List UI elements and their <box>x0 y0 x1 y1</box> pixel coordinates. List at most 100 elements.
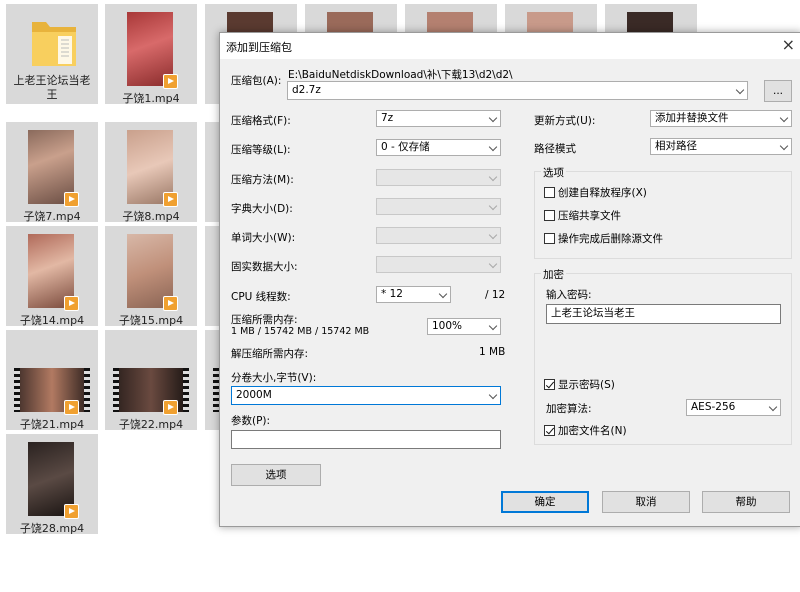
chevron-down-icon <box>438 289 448 299</box>
show-password-label: 显示密码(S) <box>558 379 615 391</box>
chevron-down-icon <box>488 201 498 211</box>
chevron-down-icon <box>488 230 498 240</box>
play-icon <box>163 192 178 207</box>
file-name: 子饶21.mp4 <box>19 418 85 431</box>
archive-name-combo[interactable]: d2.7z <box>287 81 748 100</box>
dialog-title: 添加到压缩包 <box>226 41 292 54</box>
encrypt-names-label: 加密文件名(N) <box>558 425 627 437</box>
archive-name-value: d2.7z <box>292 84 321 96</box>
chevron-down-icon <box>488 259 498 269</box>
encryption-group-label: 加密 <box>541 267 566 282</box>
chevron-down-icon <box>768 402 778 412</box>
browse-button[interactable]: ... <box>764 80 792 102</box>
pathmode-label: 路径模式 <box>534 143 576 155</box>
dict-select[interactable] <box>376 198 501 215</box>
checkbox-box[interactable] <box>544 233 555 244</box>
method-select[interactable] <box>376 169 501 186</box>
video-item[interactable]: 子饶28.mp4 <box>6 434 98 535</box>
algo-label: 加密算法: <box>546 403 592 415</box>
video-item[interactable]: 子饶22.mp4 <box>105 330 197 431</box>
path-mode-value: 相对路径 <box>655 140 697 152</box>
checkbox-box[interactable] <box>544 187 555 198</box>
options-group: 选项 创建自释放程序(X) 压缩共享文件 操作完成后删除源文件 <box>534 165 792 259</box>
level-value: 0 - 仅存储 <box>381 141 430 153</box>
update-mode-select[interactable]: 添加并替换文件 <box>650 110 792 127</box>
cpu-label: CPU 线程数: <box>231 291 291 303</box>
format-select[interactable]: 7z <box>376 110 501 127</box>
params-label: 参数(P): <box>231 415 271 427</box>
sfx-label: 创建自释放程序(X) <box>558 187 647 199</box>
video-item[interactable]: 子饶15.mp4 <box>105 226 197 327</box>
checkbox-box[interactable] <box>544 379 555 390</box>
dict-label: 字典大小(D): <box>231 203 293 215</box>
file-name: 子饶15.mp4 <box>118 314 184 327</box>
format-label: 压缩格式(F): <box>231 115 291 127</box>
chevron-down-icon <box>779 141 789 151</box>
shared-files-label: 压缩共享文件 <box>558 210 621 222</box>
checkbox-box[interactable] <box>544 425 555 436</box>
split-size-combo[interactable]: 2000M <box>231 386 501 405</box>
encrypt-names-checkbox[interactable]: 加密文件名(N) <box>544 425 627 438</box>
file-name: 上老王论坛当老 王 <box>13 74 91 101</box>
mem-decomp-label: 解压缩所需内存: <box>231 348 309 360</box>
update-mode-value: 添加并替换文件 <box>655 112 729 124</box>
close-icon[interactable]: × <box>782 35 795 54</box>
delete-after-checkbox[interactable]: 操作完成后删除源文件 <box>544 233 663 246</box>
folder-icon <box>32 22 76 66</box>
level-select[interactable]: 0 - 仅存储 <box>376 139 501 156</box>
params-input[interactable] <box>231 430 501 449</box>
chevron-down-icon <box>488 113 498 123</box>
file-name: 子饶22.mp4 <box>118 418 184 431</box>
mem-decomp-value: 1 MB <box>479 346 506 358</box>
title-bar: 添加到压缩包 × <box>220 33 800 59</box>
archive-label: 压缩包(A): <box>231 75 282 87</box>
solid-label: 固实数据大小: <box>231 261 298 273</box>
mem-comp-detail: 1 MB / 15742 MB / 15742 MB <box>231 326 370 337</box>
help-button[interactable]: 帮助 <box>702 491 790 513</box>
mem-percent-select[interactable]: 100% <box>427 318 501 335</box>
format-value: 7z <box>381 112 394 124</box>
encryption-method-select[interactable]: AES-256 <box>686 399 781 416</box>
cpu-total: / 12 <box>485 289 506 301</box>
cpu-select[interactable]: * 12 <box>376 286 451 303</box>
chevron-down-icon[interactable] <box>488 390 498 400</box>
word-select[interactable] <box>376 227 501 244</box>
solid-select[interactable] <box>376 256 501 273</box>
split-label: 分卷大小,字节(V): <box>231 372 317 384</box>
mem-percent-value: 100% <box>432 320 463 332</box>
encryption-method-value: AES-256 <box>691 401 736 413</box>
video-item[interactable]: 子饶21.mp4 <box>6 330 98 431</box>
password-label: 输入密码: <box>546 289 592 301</box>
chevron-down-icon[interactable] <box>735 85 745 95</box>
file-name: 子饶7.mp4 <box>23 210 81 223</box>
level-label: 压缩等级(L): <box>231 144 291 156</box>
play-icon <box>163 400 178 415</box>
file-name: 子饶1.mp4 <box>122 92 180 105</box>
checkbox-box[interactable] <box>544 210 555 221</box>
video-item[interactable]: 子饶8.mp4 <box>105 122 197 223</box>
delete-after-label: 操作完成后删除源文件 <box>558 233 663 245</box>
path-mode-select[interactable]: 相对路径 <box>650 138 792 155</box>
archive-path: E:\BaiduNetdiskDownload\补\下载13\d2\d2\ <box>288 69 513 81</box>
video-item[interactable]: 子饶1.mp4 <box>105 4 197 105</box>
play-icon <box>64 504 79 519</box>
folder-item[interactable]: 上老王论坛当老 王 <box>6 4 98 104</box>
cancel-button[interactable]: 取消 <box>602 491 690 513</box>
play-icon <box>163 296 178 311</box>
play-icon <box>64 296 79 311</box>
video-item[interactable]: 子饶14.mp4 <box>6 226 98 327</box>
play-icon <box>64 400 79 415</box>
file-name: 子饶28.mp4 <box>19 522 85 535</box>
chevron-down-icon <box>488 142 498 152</box>
mem-comp-label: 压缩所需内存: <box>231 314 298 326</box>
video-item[interactable]: 子饶7.mp4 <box>6 122 98 223</box>
show-password-checkbox[interactable]: 显示密码(S) <box>544 379 615 392</box>
password-input[interactable]: 上老王论坛当老王 <box>546 304 781 324</box>
ok-button[interactable]: 确定 <box>501 491 589 513</box>
shared-files-checkbox[interactable]: 压缩共享文件 <box>544 210 621 223</box>
sfx-checkbox[interactable]: 创建自释放程序(X) <box>544 187 647 200</box>
encryption-group: 加密 输入密码: 上老王论坛当老王 显示密码(S) 加密算法: AES-256 … <box>534 267 792 445</box>
options-button[interactable]: 选项 <box>231 464 321 486</box>
play-icon <box>163 74 178 89</box>
file-name: 子饶14.mp4 <box>19 314 85 327</box>
